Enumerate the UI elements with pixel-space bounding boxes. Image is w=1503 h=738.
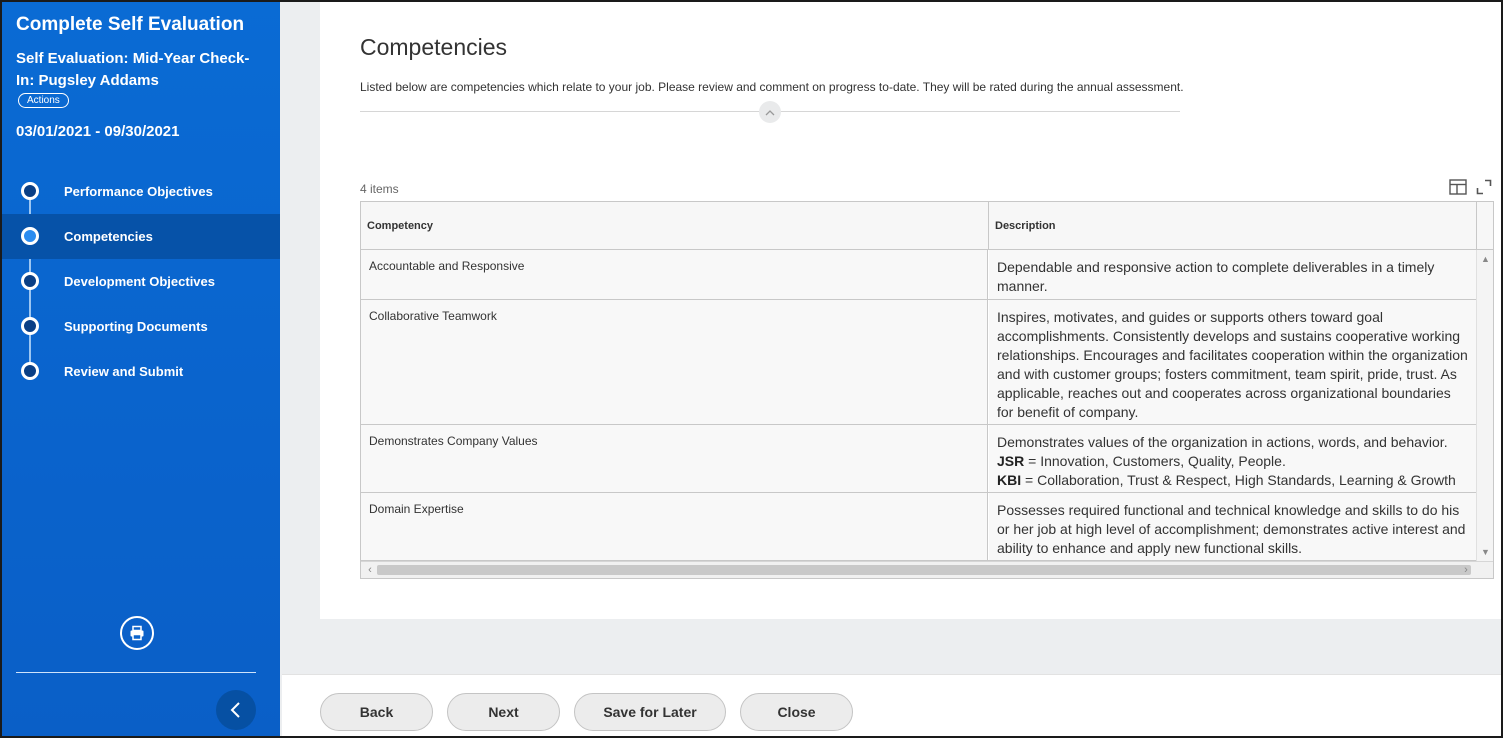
description-line: Demonstrates values of the organization … (997, 434, 1448, 450)
competency-cell: Accountable and Responsive (361, 250, 988, 299)
step-performance-objectives[interactable]: Performance Objectives (2, 169, 280, 214)
step-label: Supporting Documents (64, 319, 208, 334)
actions-button[interactable]: Actions (18, 93, 69, 108)
step-label: Competencies (64, 229, 153, 244)
table-row[interactable]: Domain Expertise Possesses required func… (361, 493, 1476, 561)
kbi-text: = Collaboration, Trust & Respect, High S… (1021, 472, 1456, 488)
description-cell: Inspires, motivates, and guides or suppo… (989, 300, 1476, 424)
evaluation-dates: 03/01/2021 - 09/30/2021 (16, 123, 180, 140)
competency-cell: Domain Expertise (361, 493, 988, 560)
intro-text: Listed below are competencies which rela… (360, 80, 1184, 94)
description-cell: Possesses required functional and techni… (989, 493, 1476, 560)
header-scroll-corner (1476, 202, 1493, 250)
collapse-sidebar-button[interactable] (216, 690, 256, 730)
step-indicator-icon (21, 272, 39, 290)
jsr-label: JSR (997, 453, 1025, 469)
sidebar-divider (16, 672, 256, 673)
main-card: Competencies Listed below are competenci… (320, 2, 1501, 619)
horizontal-scrollbar[interactable]: ‹ › (361, 561, 1493, 578)
sidebar-subtitle: Self Evaluation: Mid-Year Check-In: Pugs… (16, 50, 250, 89)
scroll-down-icon[interactable]: ▼ (1477, 545, 1493, 559)
step-indicator-icon (21, 317, 39, 335)
step-indicator-icon (21, 182, 39, 200)
step-review-and-submit[interactable]: Review and Submit (2, 349, 280, 394)
sidebar: Complete Self Evaluation Self Evaluation… (2, 2, 280, 736)
step-competencies[interactable]: Competencies (2, 214, 280, 259)
table-body: Accountable and Responsive Dependable an… (361, 250, 1476, 561)
step-development-objectives[interactable]: Development Objectives (2, 259, 280, 304)
page-title: Competencies (360, 34, 508, 60)
scroll-left-icon[interactable]: ‹ (363, 562, 377, 578)
table-row[interactable]: Collaborative Teamwork Inspires, motivat… (361, 300, 1476, 425)
chevron-up-icon (765, 109, 775, 115)
step-indicator-icon (21, 362, 39, 380)
column-divider (988, 202, 989, 250)
chevron-left-icon (230, 702, 240, 718)
app-frame: Complete Self Evaluation Self Evaluation… (0, 0, 1503, 738)
step-label: Development Objectives (64, 274, 215, 289)
column-layout-icon[interactable] (1449, 179, 1467, 195)
competency-cell: Collaborative Teamwork (361, 300, 988, 424)
step-indicator-icon (21, 227, 39, 245)
table-header: Competency Description (361, 202, 1476, 250)
table-row[interactable]: Accountable and Responsive Dependable an… (361, 250, 1476, 300)
jsr-text: = Innovation, Customers, Quality, People… (1024, 453, 1286, 469)
print-button[interactable] (120, 616, 154, 650)
item-count: 4 items (360, 182, 399, 196)
collapse-intro-button[interactable] (759, 101, 781, 123)
step-list: Performance Objectives Competencies Deve… (2, 169, 280, 394)
footer-action-bar: Back Next Save for Later Close (282, 674, 1501, 736)
competency-table: Competency Description Accountable and R… (360, 201, 1494, 579)
description-cell: Demonstrates values of the organization … (989, 425, 1476, 492)
kbi-label: KBI (997, 472, 1022, 488)
column-header-competency[interactable]: Competency (367, 202, 433, 250)
expand-icon[interactable] (1476, 179, 1492, 195)
back-button[interactable]: Back (320, 693, 433, 731)
column-header-description[interactable]: Description (995, 202, 1056, 250)
step-label: Performance Objectives (64, 184, 213, 199)
close-button[interactable]: Close (740, 693, 853, 731)
scroll-up-icon[interactable]: ▲ (1477, 252, 1493, 266)
save-for-later-button[interactable]: Save for Later (574, 693, 726, 731)
print-icon (130, 625, 144, 641)
step-label: Review and Submit (64, 364, 184, 379)
scroll-right-icon[interactable]: › (1459, 562, 1473, 578)
description-line: JSR = Innovation, Customers, Quality, Pe… (997, 452, 1468, 471)
next-button[interactable]: Next (447, 693, 560, 731)
competency-cell: Demonstrates Company Values (361, 425, 988, 492)
step-supporting-documents[interactable]: Supporting Documents (2, 304, 280, 349)
description-cell: Dependable and responsive action to comp… (989, 250, 1476, 299)
sidebar-title: Complete Self Evaluation (16, 14, 245, 35)
horizontal-scroll-thumb[interactable] (377, 565, 1471, 575)
table-row[interactable]: Demonstrates Company Values Demonstrates… (361, 425, 1476, 493)
description-line: KBI = Collaboration, Trust & Respect, Hi… (997, 471, 1468, 490)
vertical-scrollbar[interactable]: ▲ ▼ (1476, 250, 1493, 561)
